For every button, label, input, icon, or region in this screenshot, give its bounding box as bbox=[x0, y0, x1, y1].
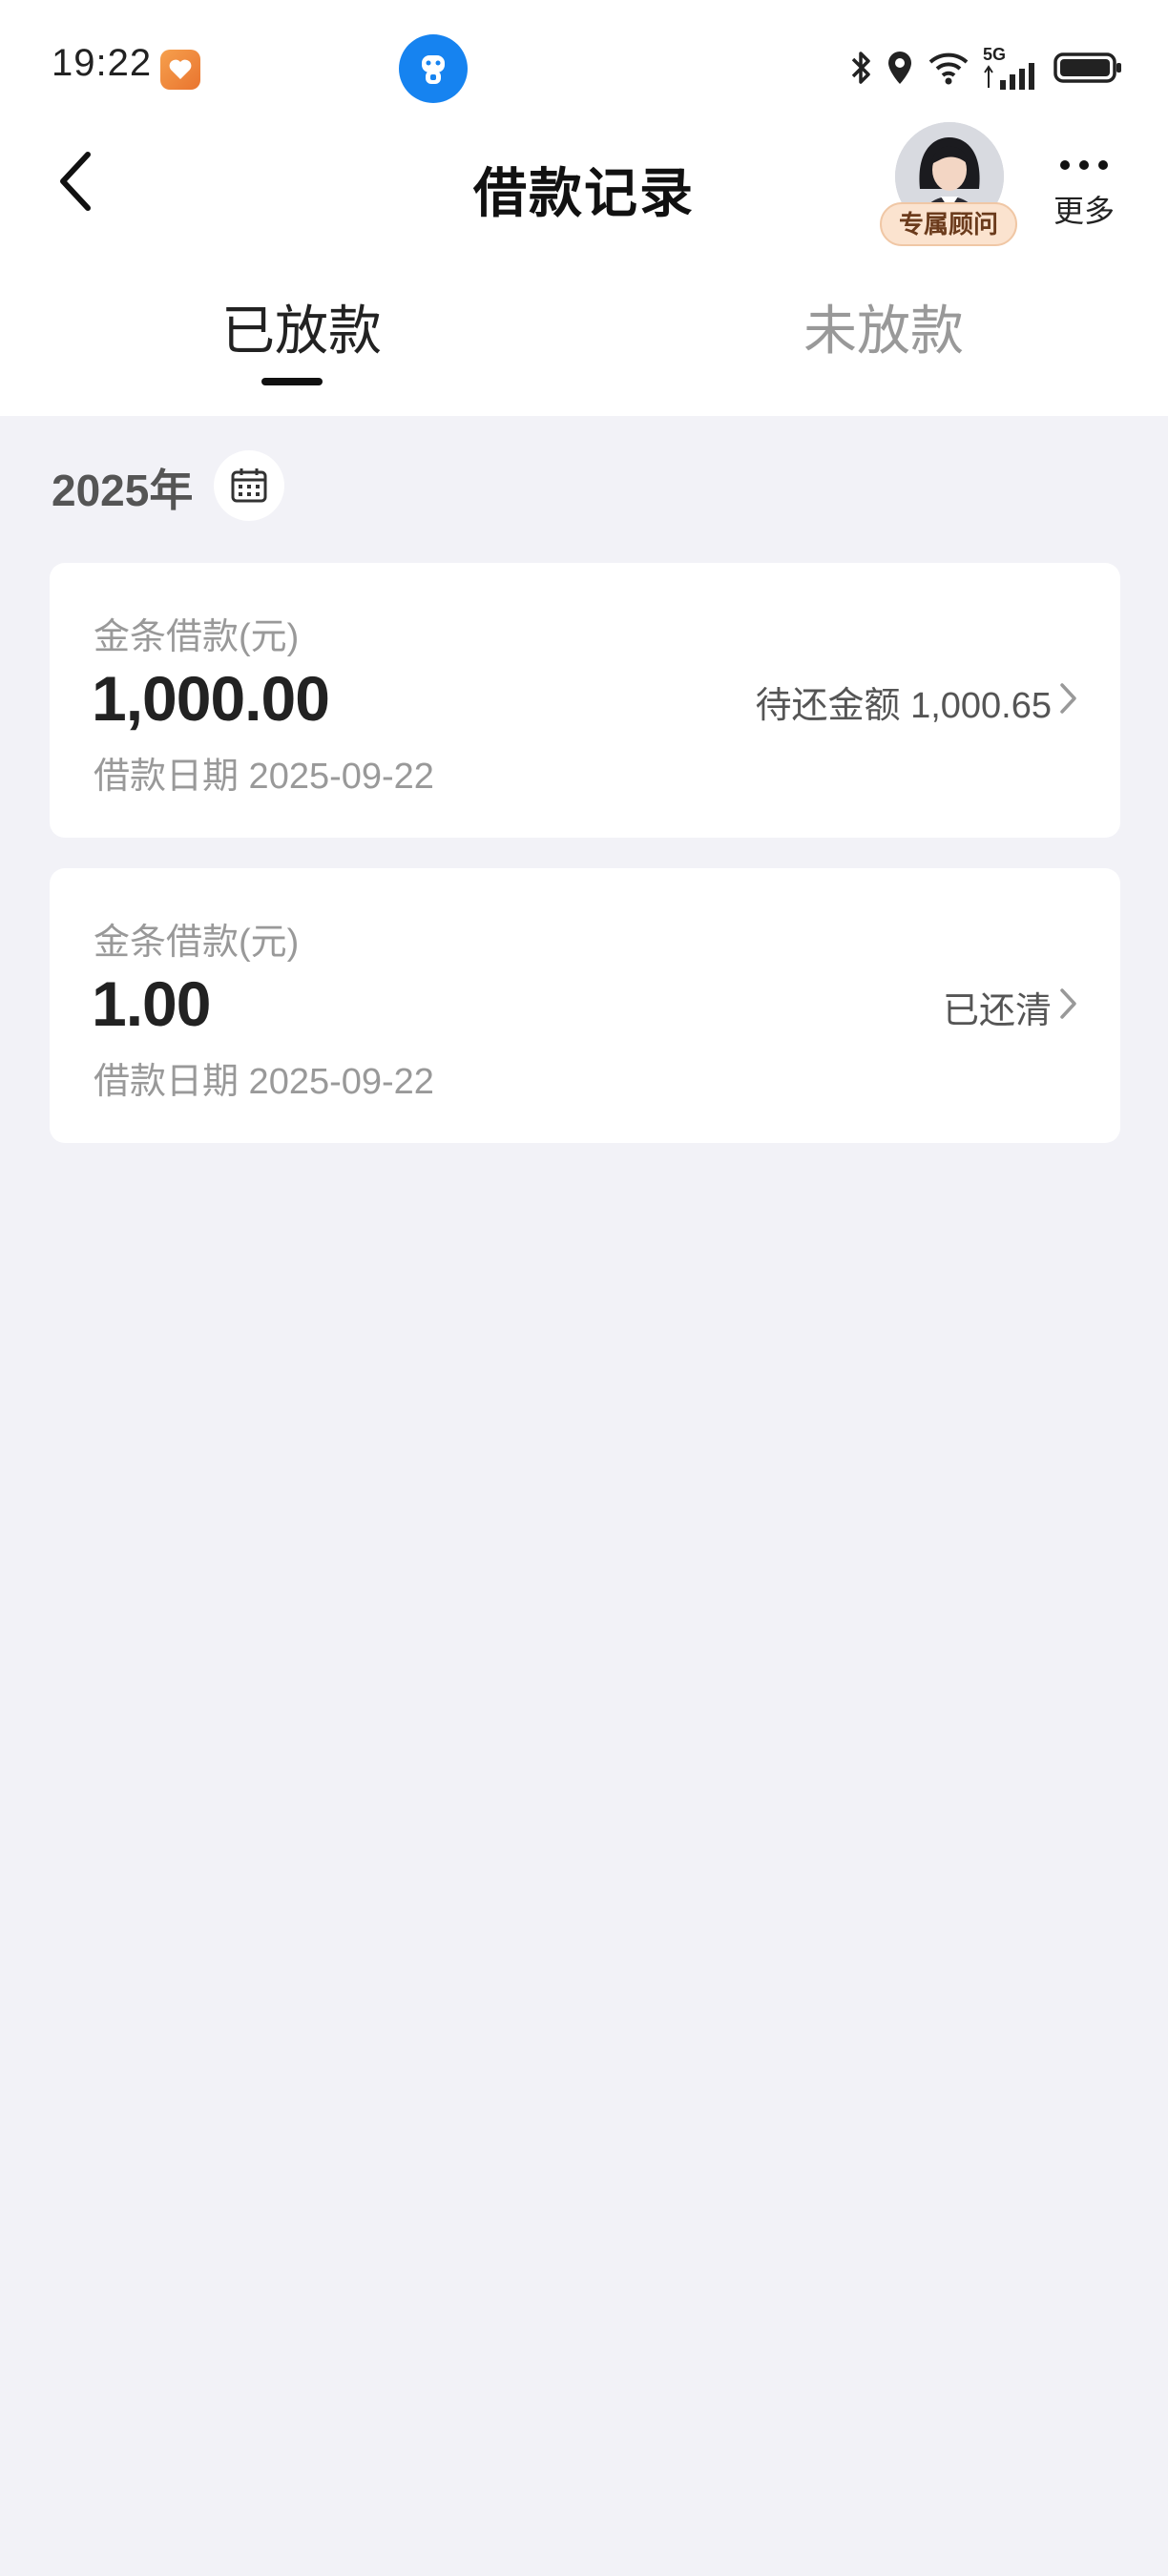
record-amount: 1,000.00 bbox=[92, 663, 330, 734]
loan-record-card[interactable]: 金条借款(元) 1.00 借款日期 2025-09-22 已还清 bbox=[50, 868, 1120, 1143]
record-status: 待还金额 1,000.65 bbox=[755, 686, 1052, 726]
record-status: 已还清 bbox=[942, 991, 1052, 1031]
year-label[interactable]: 2025年 bbox=[52, 456, 193, 519]
tab-not-disbursed[interactable]: 未放款 bbox=[803, 288, 964, 365]
advisor-badge: 专属顾问 bbox=[880, 202, 1017, 246]
tab-disbursed[interactable]: 已放款 bbox=[221, 288, 382, 365]
tab-active-indicator bbox=[261, 378, 323, 385]
record-label: 金条借款(元) bbox=[94, 617, 300, 657]
chevron-right-icon bbox=[1060, 988, 1076, 1019]
more-button[interactable]: 更多 bbox=[1050, 143, 1118, 239]
status-time: 19:22 bbox=[52, 42, 153, 84]
heart-app-icon bbox=[160, 50, 200, 90]
record-amount: 1.00 bbox=[92, 968, 211, 1039]
advisor-button[interactable]: 专属顾问 bbox=[878, 122, 1019, 252]
status-icons: 5G bbox=[849, 44, 1122, 92]
record-label: 金条借款(元) bbox=[94, 923, 300, 963]
more-label: 更多 bbox=[1053, 194, 1115, 228]
record-date: 借款日期 2025-09-22 bbox=[94, 1062, 434, 1102]
bluetooth-icon bbox=[849, 50, 872, 86]
status-bar: 19:22 5G bbox=[0, 0, 1168, 134]
signal-icon: 5G bbox=[983, 46, 1040, 90]
location-icon bbox=[886, 50, 914, 86]
mascot-app-icon bbox=[399, 34, 468, 103]
network-type: 5G bbox=[983, 45, 1007, 64]
chevron-right-icon bbox=[1060, 683, 1076, 714]
more-icon bbox=[1050, 160, 1118, 170]
record-date: 借款日期 2025-09-22 bbox=[94, 757, 434, 797]
calendar-icon bbox=[231, 468, 267, 503]
calendar-button[interactable] bbox=[214, 450, 284, 521]
battery-icon bbox=[1053, 51, 1122, 85]
loan-record-card[interactable]: 金条借款(元) 1,000.00 借款日期 2025-09-22 待还金额 1,… bbox=[50, 563, 1120, 838]
wifi-icon bbox=[928, 51, 970, 85]
